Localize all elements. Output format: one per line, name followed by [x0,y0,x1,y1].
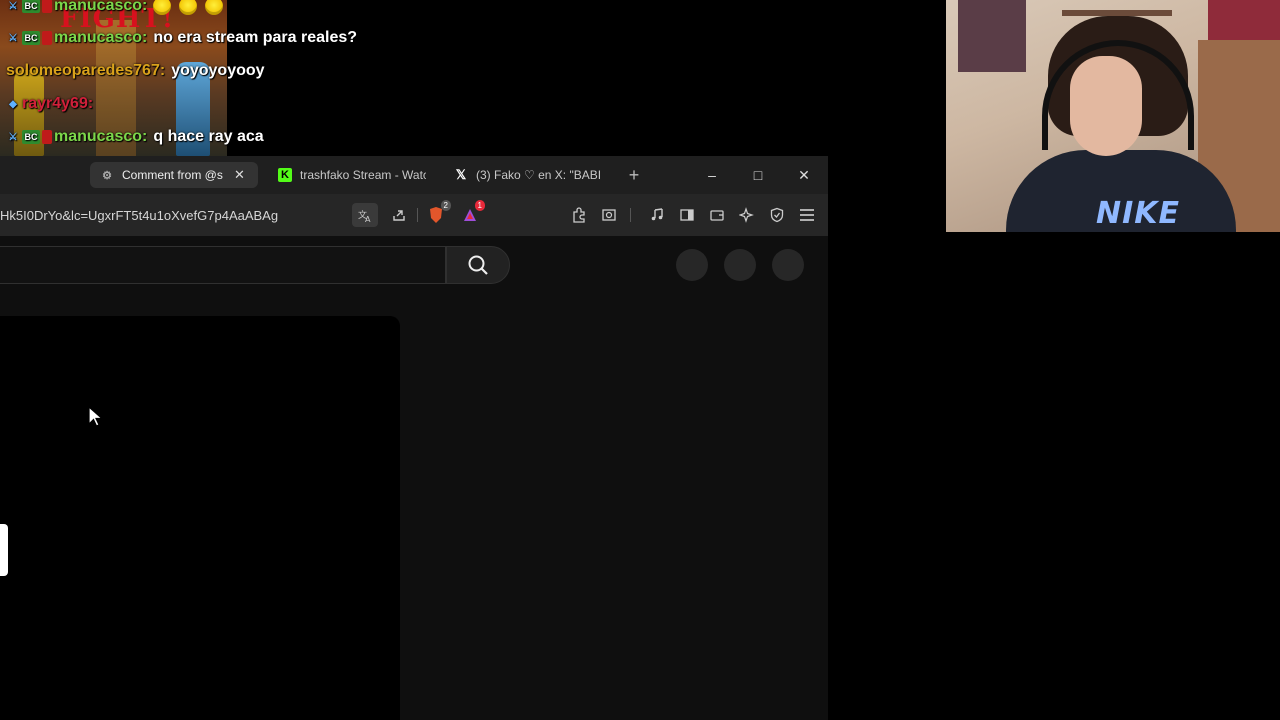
close-tab-icon[interactable]: ✕ [234,167,245,183]
browser-window: ⚙ Comment from @s ✕ K trashfako Stream -… [0,156,828,720]
chat-text: q hace ray aca [153,128,264,145]
sword-badge-icon: ⚔ [8,0,18,12]
smiley-emote-icon [179,0,198,15]
tab-title: trashfako Stream - Watc [300,168,426,182]
chat-message: ⚔ BC manucasco: no era stream para reale… [6,28,358,48]
wallet-icon[interactable] [704,203,730,227]
new-tab-button[interactable]: + [624,163,644,187]
chat-username: manucasco: [54,0,148,14]
chat-message: solomeoparedes767: yoyoyoyooy [6,61,265,81]
chat-username: manucasco: [54,128,148,145]
sidebar-icon[interactable] [674,203,700,227]
chat-text: no era stream para reales? [153,29,358,46]
chat-username: manucasco: [54,29,148,46]
tab-title: (3) Fako ♡ en X: "BABIE [476,168,602,182]
toolbar-divider [630,208,631,222]
address-bar[interactable]: Hk5I0DrYo&lc=UgxrFT5t4u1oXvefG7p4AaABAg [0,203,340,227]
shirt-logo: NIKE [1096,196,1181,231]
tab-comment[interactable]: ⚙ Comment from @s ✕ [90,162,258,188]
sword-badge-icon: ⚔ [8,131,18,143]
subscriber-badge-icon: BC [22,130,40,144]
subscriber-badge-icon: BC [22,0,40,13]
side-panel-handle[interactable] [0,524,8,576]
comment-icon: ⚙ [102,169,112,182]
close-window-button[interactable]: ✕ [789,163,819,187]
toolbar-divider [417,208,418,222]
translate-icon[interactable]: 文A [352,203,378,227]
chat-username: solomeoparedes767: [6,62,166,79]
vpn-shield-icon[interactable] [764,203,790,227]
tab-title: Comment from @s [122,168,223,182]
notifications-button-placeholder[interactable] [724,249,756,281]
red-badge-icon [42,0,52,13]
extensions-icon[interactable] [566,203,592,227]
x-icon: 𝕏 [455,167,467,182]
gem-badge-icon: ◆ [9,98,17,110]
red-badge-icon [42,130,52,144]
maximize-button[interactable]: □ [743,163,773,187]
chat-message: ⚔ BC manucasco: [6,0,231,16]
rewards-count-badge: 1 [474,200,485,211]
smiley-emote-icon [153,0,172,15]
subscriber-badge-icon: BC [22,31,40,45]
leo-ai-icon[interactable] [734,203,760,227]
search-input[interactable] [0,246,446,284]
kick-icon: K [278,168,292,182]
smiley-emote-icon [205,0,224,15]
sword-badge-icon: ⚔ [8,32,18,44]
search-button[interactable] [446,246,510,284]
svg-text:A: A [365,215,371,223]
avatar-placeholder[interactable] [772,249,804,281]
chat-text: yoyoyoyooy [171,62,265,79]
share-icon[interactable] [386,203,412,227]
tab-kick-stream[interactable]: K trashfako Stream - Watc [268,162,438,188]
chat-message: ◆ rayr4y69: [6,94,99,114]
webcam-feed: NIKE [946,0,1280,232]
shields-count-badge: 2 [440,200,451,211]
brave-rewards-icon[interactable]: 1 [457,200,485,227]
screenshot-icon[interactable] [596,203,622,227]
wall-poster [958,0,1026,72]
tab-x-post[interactable]: 𝕏 (3) Fako ♡ en X: "BABIE [444,162,616,188]
mouse-cursor-icon [88,406,104,427]
tab-bar: ⚙ Comment from @s ✕ K trashfako Stream -… [0,156,828,194]
toolbar: Hk5I0DrYo&lc=UgxrFT5t4u1oXvefG7p4AaABAg … [0,194,828,236]
menu-icon[interactable] [794,203,820,227]
chat-message: ⚔ BC manucasco: q hace ray aca [6,127,264,147]
chat-username: rayr4y69: [22,95,94,112]
brave-shields-icon[interactable]: 2 [423,200,451,227]
red-badge-icon [42,31,52,45]
video-player[interactable] [0,316,400,720]
search-icon [468,255,488,275]
create-button-placeholder[interactable] [676,249,708,281]
minimize-button[interactable]: – [697,163,727,187]
media-icon[interactable] [644,203,670,227]
page-content [0,236,828,720]
